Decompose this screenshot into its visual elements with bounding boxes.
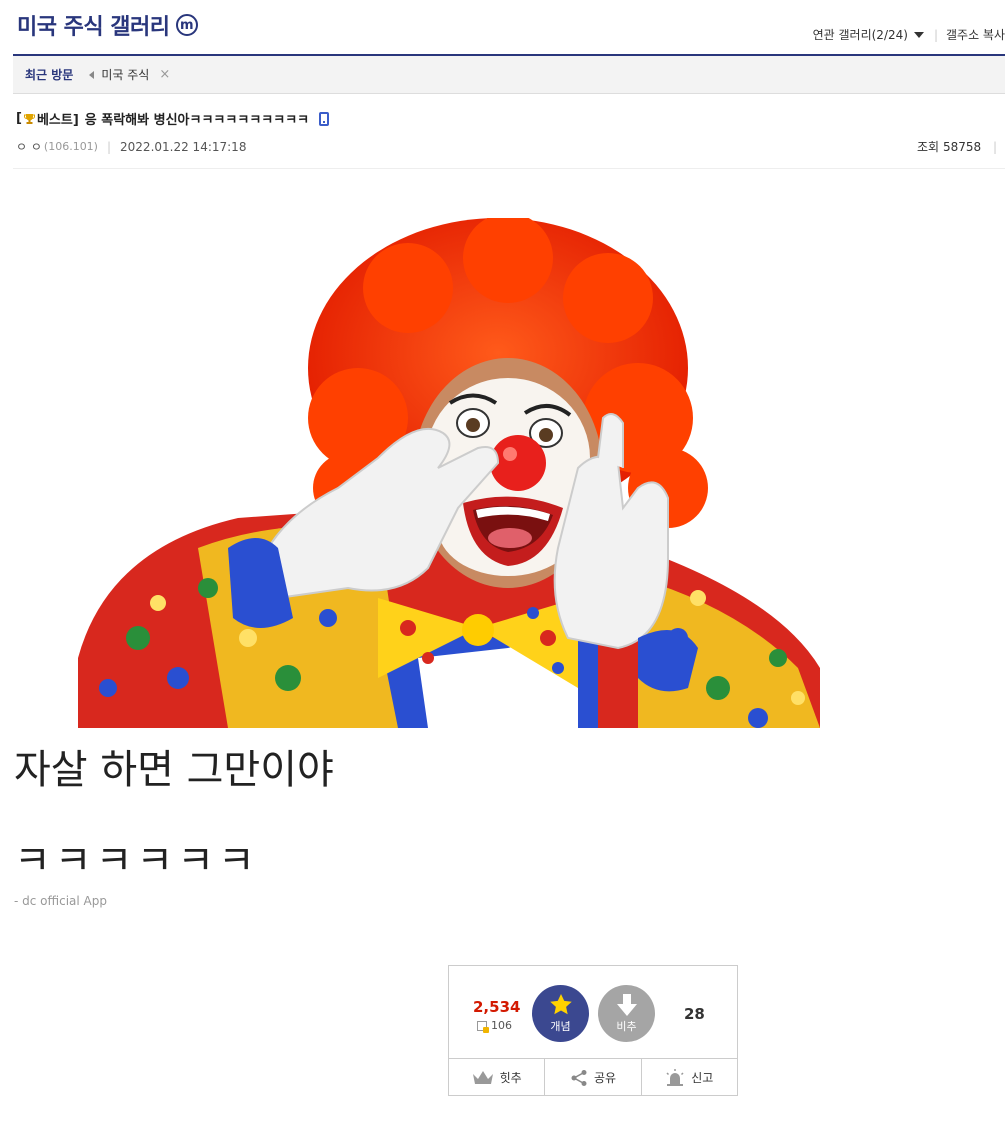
related-gallery-link[interactable]: 연관 갤러리(2/24): [813, 26, 908, 43]
report-button[interactable]: 신고: [642, 1059, 737, 1096]
header-links: 연관 갤러리(2/24) | 갤주소 복사: [813, 26, 1005, 43]
mobile-icon: [319, 111, 330, 126]
hit-recommend-button[interactable]: 힛추: [449, 1059, 546, 1096]
meta-divider: [13, 168, 1005, 169]
post-title: [ 베스트] 응 폭락해봐 병신아ㅋㅋㅋㅋㅋㅋㅋㅋㅋㅋ: [16, 109, 330, 128]
star-icon: [549, 994, 572, 1015]
gallery-title-text[interactable]: 미국 주식 갤러리: [17, 9, 170, 41]
chevron-left-icon[interactable]: [89, 70, 95, 79]
downvote-count: 28: [684, 1005, 705, 1023]
hit-recommend-label: 힛추: [499, 1071, 522, 1085]
fixed-upvote-value: 106: [491, 1019, 512, 1032]
recommend-box: 2,534 106 개념 비추 28 힛추 공유 신고: [448, 965, 738, 1096]
title-text: 응 폭락해봐 병신아ㅋㅋㅋㅋㅋㅋㅋㅋㅋㅋ: [84, 113, 310, 128]
crown-icon: [472, 1070, 493, 1084]
report-label: 신고: [691, 1071, 714, 1085]
fixed-upvote-count: 106: [477, 1019, 512, 1033]
downvote-label: 비추: [616, 1020, 637, 1033]
upvote-button[interactable]: 개념: [532, 985, 589, 1042]
share-button[interactable]: 공유: [545, 1059, 642, 1096]
arrow-down-icon: [616, 994, 637, 1016]
app-signature: - dc official App: [14, 894, 107, 908]
post-meta: ㅇ ㅇ (106.101) | 2022.01.22 14:17:18: [16, 138, 246, 155]
clown-illustration: [78, 218, 820, 728]
copy-address-link[interactable]: 갤주소 복사: [946, 26, 1005, 43]
recommend-actions: 힛추 공유 신고: [449, 1058, 737, 1096]
upvote-count: 2,534: [473, 998, 521, 1016]
minor-gallery-icon: m: [175, 14, 198, 36]
views-value: 58758: [942, 140, 982, 154]
siren-icon: [666, 1068, 684, 1086]
title-bracket: [: [16, 111, 22, 126]
share-label: 공유: [593, 1071, 617, 1085]
divider: |: [992, 140, 997, 154]
clown-image[interactable]: [78, 218, 820, 728]
recent-visit-label[interactable]: 최근 방문: [25, 66, 73, 83]
trophy-icon: [23, 113, 35, 124]
author-nickname[interactable]: ㅇ ㅇ: [16, 138, 42, 155]
downvote-button[interactable]: 비추: [598, 985, 655, 1042]
post-body-line: ㅋㅋㅋㅋㅋㅋ: [14, 838, 259, 884]
post-body-line: 자살 하면 그만이야: [14, 747, 334, 793]
close-icon[interactable]: ×: [159, 67, 170, 82]
post-datetime: 2022.01.22 14:17:18: [120, 139, 247, 154]
chevron-down-icon[interactable]: [913, 31, 924, 38]
gallery-title[interactable]: 미국 주식 갤러리 m: [17, 9, 198, 41]
best-label: 베스트]: [36, 113, 79, 128]
recent-visit-item[interactable]: 미국 주식: [101, 66, 149, 83]
recommend-top: 2,534 106 개념 비추 28: [449, 966, 737, 1058]
author-ip: (106.101): [43, 140, 98, 153]
fixed-user-icon: [477, 1020, 489, 1033]
recent-visit-bar: 최근 방문 미국 주식 ×: [13, 56, 1005, 94]
views-label: 조회: [917, 140, 940, 154]
view-count: 조회 58758 |: [917, 138, 997, 155]
divider: |: [106, 139, 112, 154]
share-icon: [571, 1069, 587, 1086]
divider: |: [933, 27, 938, 42]
upvote-label: 개념: [550, 1020, 571, 1033]
